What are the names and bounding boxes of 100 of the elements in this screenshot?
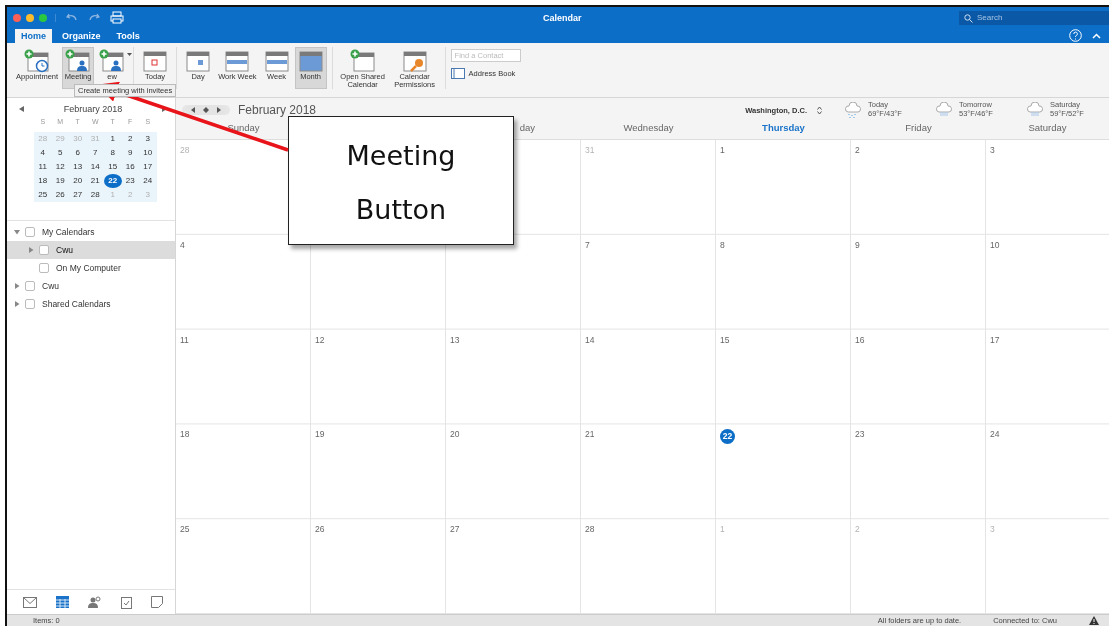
mini-calendar-day[interactable]: 25	[34, 188, 52, 202]
folder-item[interactable]: Shared Calendars	[42, 299, 111, 309]
next-month-icon[interactable]	[162, 106, 167, 112]
mini-calendar-day[interactable]: 3	[139, 132, 157, 146]
date-number: 8	[720, 239, 725, 250]
mini-calendar-day[interactable]: 23	[121, 174, 139, 188]
collapsed-triangle-icon[interactable]	[13, 301, 21, 307]
date-number: 3	[990, 145, 995, 155]
mini-calendar-day[interactable]: 9	[121, 146, 139, 160]
folder-item[interactable]: On My Computer	[56, 263, 121, 273]
minimize-icon[interactable]	[26, 13, 34, 22]
maximize-icon[interactable]	[39, 13, 47, 22]
date-navigation-control[interactable]	[182, 105, 230, 115]
folder-item[interactable]: Cwu	[42, 281, 59, 291]
date-number: 1	[720, 145, 725, 155]
calendar-grid-icon	[223, 49, 252, 73]
up-down-chevron-icon[interactable]	[817, 105, 822, 115]
mini-calendar-day[interactable]: 21	[86, 174, 104, 188]
mini-calendar-day[interactable]: 14	[86, 160, 104, 174]
mini-calendar-day[interactable]: 16	[121, 160, 139, 174]
calendar-key-icon	[400, 49, 429, 73]
date-number: 10	[990, 239, 1000, 250]
mini-calendar-day[interactable]: 11	[34, 160, 52, 174]
warning-icon[interactable]	[1089, 616, 1099, 625]
date-number: 22	[720, 429, 735, 445]
mini-calendar-day[interactable]: 2	[121, 132, 139, 146]
help-icon[interactable]	[1069, 29, 1082, 42]
expanded-triangle-icon[interactable]	[13, 229, 21, 235]
date-number: 12	[315, 334, 325, 345]
redo-icon[interactable]	[88, 13, 100, 22]
date-number: 20	[450, 429, 460, 440]
date-number: 15	[720, 334, 730, 345]
mini-calendar-day[interactable]: 6	[69, 146, 87, 160]
checkbox[interactable]	[39, 263, 49, 273]
mini-calendar-day[interactable]: 26	[51, 188, 69, 202]
collapsed-triangle-icon[interactable]	[27, 247, 35, 253]
mini-calendar-day[interactable]: 28	[86, 188, 104, 202]
mini-calendar-day[interactable]: 10	[139, 146, 157, 160]
mini-calendar-day[interactable]: 22	[104, 174, 122, 188]
date-number: 9	[855, 239, 860, 250]
ribbon-tab[interactable]: Tools	[110, 29, 146, 43]
checkbox[interactable]	[25, 227, 35, 237]
calendar-grid-icon	[262, 49, 291, 73]
date-number: 21	[585, 429, 595, 440]
ribbon-tab[interactable]: Home	[15, 29, 52, 43]
mini-calendar-day[interactable]: 7	[86, 146, 104, 160]
calendar-add-icon	[348, 49, 377, 73]
mini-calendar-day[interactable]: 5	[51, 146, 69, 160]
weekday-heading: Friday	[905, 122, 932, 133]
dropdown-caret-icon[interactable]	[127, 53, 133, 56]
annotation-callout: Meeting Button	[288, 116, 514, 245]
calendar-grid-icon	[141, 49, 170, 73]
date-number: 2	[855, 524, 860, 535]
ribbon-tab[interactable]: Organize	[56, 29, 107, 43]
date-number: 11	[180, 334, 189, 345]
undo-icon[interactable]	[66, 13, 78, 22]
calendar-grid-icon	[184, 49, 213, 73]
date-number: 13	[450, 334, 460, 345]
mini-calendar-day[interactable]: 1	[104, 132, 122, 146]
note-icon[interactable]	[151, 596, 163, 608]
mini-calendar-day[interactable]: 20	[69, 174, 87, 188]
date-number: 3	[990, 524, 995, 535]
mini-calendar-day[interactable]: 27	[69, 188, 87, 202]
folder-item[interactable]: My Calendars	[42, 227, 95, 237]
mini-calendar-day[interactable]: 4	[34, 146, 52, 160]
previous-month-icon[interactable]	[19, 106, 24, 112]
weekday-heading: Saturday	[1028, 122, 1067, 133]
mini-calendar-day[interactable]: 12	[51, 160, 69, 174]
people-icon[interactable]	[88, 596, 102, 608]
mini-calendar-day[interactable]: 15	[104, 160, 122, 174]
date-number: 17	[990, 334, 1000, 345]
mini-calendar-day[interactable]: 18	[34, 174, 52, 188]
date-number: 2	[855, 145, 860, 155]
clipboard-check-icon[interactable]	[121, 595, 132, 609]
checkbox[interactable]	[25, 299, 35, 309]
calendar-title: February 2018	[238, 103, 317, 117]
calendar-clock-icon	[23, 49, 52, 73]
mini-calendar-day[interactable]: 13	[69, 160, 87, 174]
folder-item[interactable]: Cwu	[56, 245, 73, 255]
collapsed-triangle-icon[interactable]	[13, 283, 21, 289]
checkbox[interactable]	[25, 281, 35, 291]
search-icon	[964, 13, 973, 23]
mini-calendar-day[interactable]: 19	[51, 174, 69, 188]
mini-calendar-day[interactable]: 24	[139, 174, 157, 188]
mini-calendar-title: February 2018	[63, 104, 123, 114]
book-icon	[450, 68, 465, 79]
collapse-caret-icon[interactable]	[1092, 32, 1101, 39]
calendar-icon[interactable]	[56, 596, 69, 608]
date-number: 18	[180, 429, 190, 440]
mini-calendar-day[interactable]: 17	[139, 160, 157, 174]
mini-calendar-day[interactable]: 8	[104, 146, 122, 160]
window-title: Calendar	[543, 12, 582, 23]
date-number: 7	[585, 239, 590, 250]
weekday-heading: Thursday	[762, 122, 805, 133]
checkbox[interactable]	[39, 245, 49, 255]
print-icon[interactable]	[110, 11, 124, 24]
search-field[interactable]: Search	[959, 10, 1109, 25]
mail-icon[interactable]	[23, 596, 37, 608]
cloud-icon	[1026, 102, 1044, 118]
calendar-person-icon	[98, 49, 127, 73]
